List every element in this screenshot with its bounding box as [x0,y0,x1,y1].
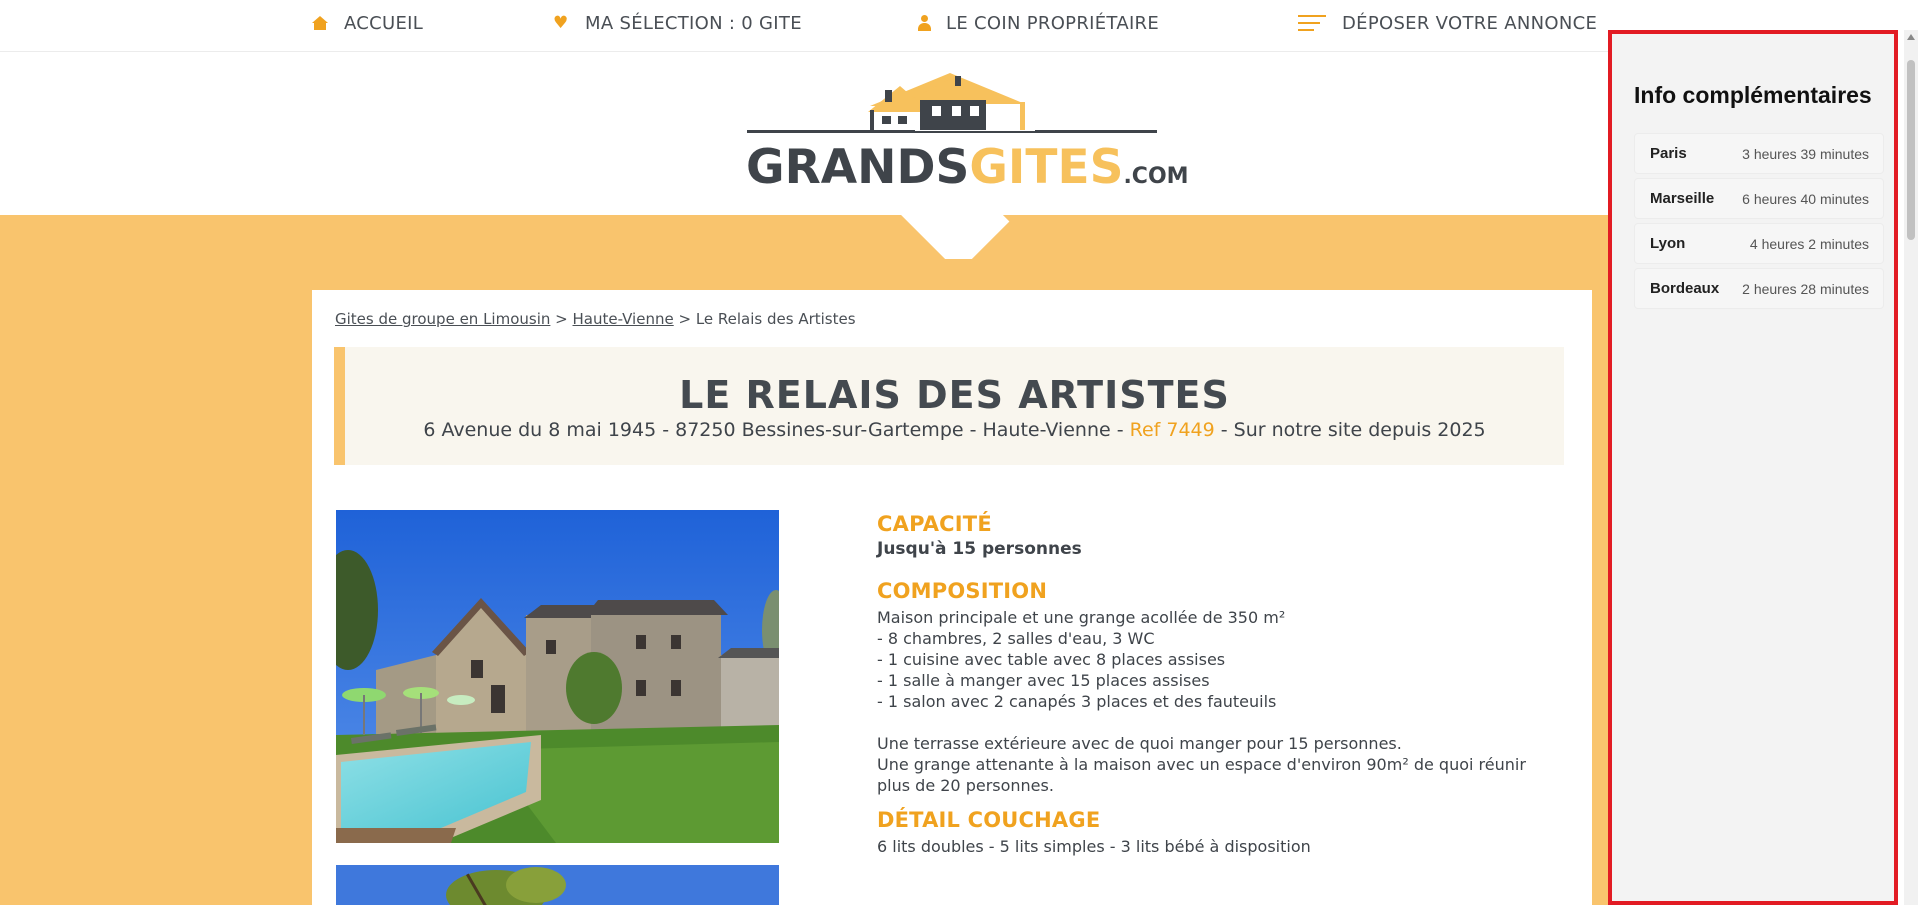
terrace-line: Une terrasse extérieure avec de quoi man… [877,734,1402,753]
listing-ref: Ref 7449 [1129,419,1215,441]
logo-part-grands: GRANDS [746,140,970,195]
capacity-title: CAPACITÉ [877,512,992,536]
travel-time-row: Marseille 6 heures 40 minutes [1634,178,1884,219]
info-side-panel: Info complémentaires Paris 3 heures 39 m… [1608,30,1898,905]
couchage-section: DÉTAIL COUCHAGE 6 lits doubles - 5 lits … [877,808,1577,857]
breadcrumb: Gites de groupe en Limousin > Haute-Vien… [335,310,856,328]
composition-line: - 1 salon avec 2 canapés 3 places et des… [877,692,1277,711]
breadcrumb-current: Le Relais des Artistes [695,310,856,328]
couchage-text: 6 lits doubles - 5 lits simples - 3 lits… [877,837,1311,856]
travel-duration: 6 heures 40 minutes [1742,190,1869,207]
logo-part-com: .COM [1123,164,1189,189]
home-icon [312,16,328,30]
composition-line: Maison principale et une grange acollée … [877,608,1286,627]
breadcrumb-department-link[interactable]: Haute-Vienne [573,310,674,328]
listing-details: CAPACITÉ Jusqu'à 15 personnes COMPOSITIO… [877,512,1577,877]
heart-icon: ♥ [553,13,569,33]
composition-line: - 1 cuisine avec table avec 8 places ass… [877,650,1226,669]
barn-line: Une grange attenante à la maison avec un… [877,755,1526,774]
listing-photo-main[interactable] [336,510,779,843]
capacity-section: CAPACITÉ Jusqu'à 15 personnes [877,512,1577,559]
travel-city: Paris [1650,145,1687,162]
nav-owner-link[interactable]: LE COIN PROPRIÉTAIRE [918,0,1159,46]
top-navigation: ACCUEIL ♥ MA SÉLECTION : 0 GITE LE COIN … [0,0,1608,52]
listing-card: Gites de groupe en Limousin > Haute-Vien… [312,290,1592,905]
logo-part-gites: GITES [969,140,1124,195]
side-panel-scrollbar[interactable] [1904,30,1918,905]
travel-city: Marseille [1650,190,1715,207]
nav-home-label: ACCUEIL [344,12,424,34]
breadcrumb-separator: > [550,310,573,328]
logo-house-icon [747,73,1157,133]
nav-post-ad-label: DÉPOSER VOTRE ANNONCE [1342,12,1598,34]
menu-icon [1298,15,1326,31]
travel-time-row: Paris 3 heures 39 minutes [1634,133,1884,174]
nav-post-ad-link[interactable]: DÉPOSER VOTRE ANNONCE [1298,0,1597,46]
travel-duration: 3 heures 39 minutes [1742,145,1869,162]
scrollbar-thumb[interactable] [1907,60,1915,240]
travel-time-list: Paris 3 heures 39 minutes Marseille 6 he… [1634,133,1884,313]
travel-city: Lyon [1650,235,1686,252]
listing-address-line: 6 Avenue du 8 mai 1945 - 87250 Bessines-… [345,419,1564,441]
nav-selection-link[interactable]: ♥ MA SÉLECTION : 0 GITE [553,0,802,46]
nav-home-link[interactable]: ACCUEIL [312,0,423,46]
travel-city: Bordeaux [1650,280,1720,297]
listing-photo-secondary[interactable] [336,865,779,905]
side-panel-title: Info complémentaires [1634,82,1872,108]
composition-line: - 1 salle à manger avec 15 places assise… [877,671,1210,690]
travel-time-row: Bordeaux 2 heures 28 minutes [1634,268,1884,309]
breadcrumb-region-link[interactable]: Gites de groupe en Limousin [335,310,550,328]
travel-time-row: Lyon 4 heures 2 minutes [1634,223,1884,264]
capacity-text: Jusqu'à 15 personnes [877,539,1082,559]
composition-section: COMPOSITION Maison principale et une gra… [877,579,1577,796]
couchage-title: DÉTAIL COUCHAGE [877,808,1101,832]
site-logo[interactable]: GRANDSGITES.COM [740,68,1189,198]
listing-title: LE RELAIS DES ARTISTES [679,373,1230,417]
breadcrumb-separator: > [673,310,696,328]
logo-wordmark: GRANDSGITES.COM [746,144,1189,191]
user-icon [918,15,931,31]
listing-since: - Sur notre site depuis 2025 [1214,419,1486,441]
listing-header: LE RELAIS DES ARTISTES 6 Avenue du 8 mai… [334,347,1564,465]
listing-address: 6 Avenue du 8 mai 1945 - 87250 Bessines-… [423,419,1130,441]
nav-owner-label: LE COIN PROPRIÉTAIRE [946,12,1160,34]
travel-duration: 4 heures 2 minutes [1749,235,1869,252]
scroll-up-arrow-icon[interactable] [1907,34,1915,40]
header-chevron [880,214,1020,259]
composition-title: COMPOSITION [877,579,1048,603]
travel-duration: 2 heures 28 minutes [1742,280,1869,297]
composition-line: - 8 chambres, 2 salles d'eau, 3 WC [877,629,1155,648]
barn-line-continued: plus de 20 personnes. [877,776,1054,795]
nav-selection-label: MA SÉLECTION : 0 GITE [585,12,802,34]
